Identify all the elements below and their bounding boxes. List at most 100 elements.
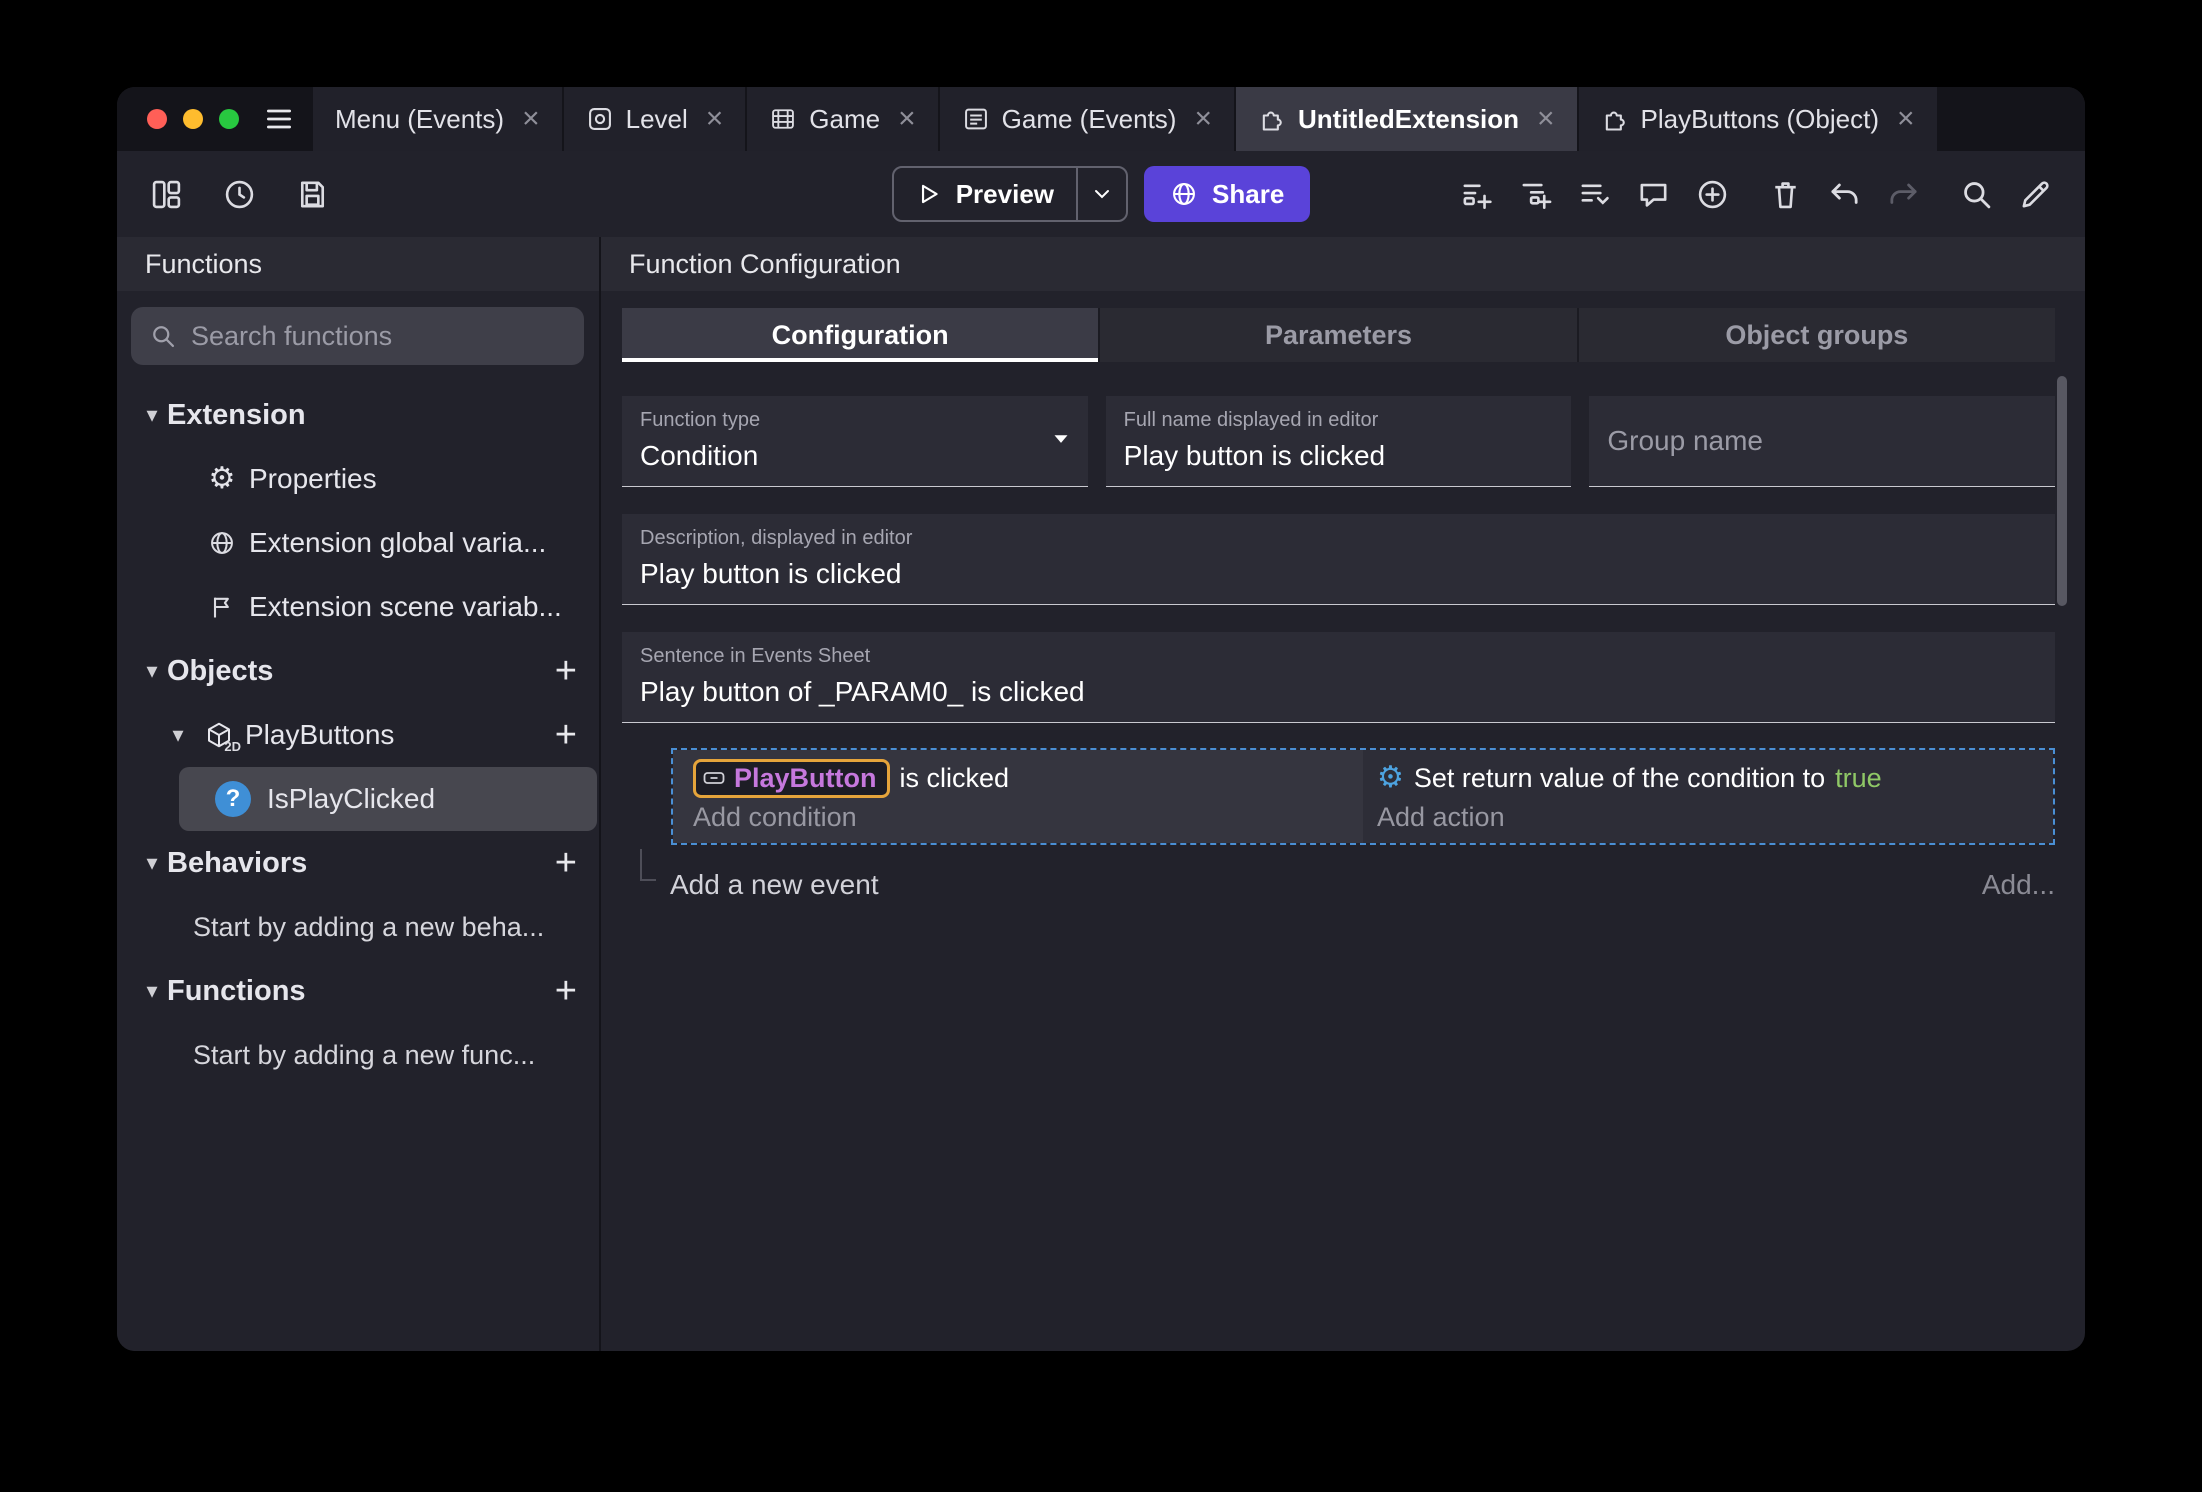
open-tabs: Menu (Events) × Level × Game × Game (Eve… bbox=[313, 87, 1939, 151]
delete-button[interactable] bbox=[1768, 177, 1803, 212]
add-event-button[interactable] bbox=[1459, 177, 1494, 212]
section-objects[interactable]: ▾ Objects + bbox=[117, 639, 599, 703]
sidebar-item-isplayclicked[interactable]: ? IsPlayClicked bbox=[179, 767, 597, 831]
behaviors-empty-hint: Start by adding a new beha... bbox=[193, 911, 545, 942]
caret-down-icon[interactable]: ▾ bbox=[137, 658, 167, 684]
search-events-button[interactable] bbox=[1959, 177, 1994, 212]
tab-configuration[interactable]: Configuration bbox=[622, 308, 1101, 362]
actions-cell[interactable]: ⚙ Set return value of the condition to t… bbox=[1363, 750, 2053, 843]
section-label: Functions bbox=[167, 974, 306, 1007]
function-type-select[interactable]: Function type Condition bbox=[622, 396, 1088, 487]
vertical-scrollbar[interactable] bbox=[2057, 376, 2067, 606]
selected-event[interactable]: PlayButton is clicked Add condition ⚙ Se… bbox=[671, 748, 2055, 845]
preview-options-button[interactable] bbox=[1076, 168, 1126, 220]
add-behavior-button[interactable]: + bbox=[555, 844, 577, 882]
add-new-event-button[interactable]: Add a new event bbox=[670, 869, 879, 901]
full-name-field[interactable]: Full name displayed in editor Play butto… bbox=[1105, 396, 1572, 487]
conditions-cell[interactable]: PlayButton is clicked Add condition bbox=[673, 750, 1363, 843]
section-behaviors[interactable]: ▾ Behaviors + bbox=[117, 831, 599, 895]
caret-down-icon[interactable]: ▾ bbox=[163, 722, 193, 748]
section-extension[interactable]: ▾ Extension bbox=[117, 383, 599, 447]
redo-button[interactable] bbox=[1886, 177, 1921, 212]
flag-icon bbox=[207, 593, 237, 621]
sidebar-title: Functions bbox=[117, 237, 599, 291]
hamburger-icon bbox=[267, 109, 291, 129]
tab-close-icon[interactable]: × bbox=[1194, 102, 1212, 136]
field-label: Function type bbox=[640, 409, 761, 431]
section-label: Behaviors bbox=[167, 846, 308, 879]
search-icon bbox=[153, 326, 175, 348]
tab-close-icon[interactable]: × bbox=[522, 102, 540, 136]
caret-down-icon[interactable]: ▾ bbox=[137, 850, 167, 876]
tab-close-icon[interactable]: × bbox=[1897, 102, 1915, 136]
events-sheet-icon bbox=[962, 105, 990, 133]
tab-close-icon[interactable]: × bbox=[706, 102, 724, 136]
choose-add-event-button[interactable] bbox=[1695, 177, 1730, 212]
action-line[interactable]: ⚙ Set return value of the condition to t… bbox=[1377, 756, 2043, 800]
add-function-button[interactable]: + bbox=[555, 972, 577, 1010]
save-icon bbox=[300, 181, 325, 207]
preview-button[interactable]: Preview bbox=[894, 168, 1076, 220]
group-name-field[interactable] bbox=[1589, 396, 2056, 487]
tab-label: UntitledExtension bbox=[1298, 103, 1520, 134]
sentence-field[interactable]: Sentence in Events Sheet Play button of … bbox=[622, 632, 2055, 723]
add-more-button[interactable]: Add... bbox=[1982, 869, 2055, 901]
tab-game[interactable]: Game × bbox=[747, 87, 940, 151]
history-button[interactable] bbox=[222, 177, 257, 212]
sidebar-item-global-variables[interactable]: Extension global varia... bbox=[117, 511, 599, 575]
condition-line[interactable]: PlayButton is clicked bbox=[693, 756, 1353, 800]
description-field[interactable]: Description, displayed in editor Play bu… bbox=[622, 514, 2055, 605]
object-token-playbutton[interactable]: PlayButton bbox=[693, 758, 890, 798]
tab-parameters[interactable]: Parameters bbox=[1100, 308, 1579, 362]
add-object-button[interactable]: + bbox=[555, 652, 577, 690]
undo-button[interactable] bbox=[1827, 177, 1862, 212]
zoom-window-button[interactable] bbox=[219, 109, 239, 129]
add-object-function-button[interactable]: + bbox=[555, 716, 577, 754]
tab-menu-events[interactable]: Menu (Events) × bbox=[313, 87, 564, 151]
group-name-input[interactable] bbox=[1607, 425, 2038, 457]
add-comment-button[interactable] bbox=[1636, 177, 1671, 212]
caret-down-icon[interactable]: ▾ bbox=[137, 978, 167, 1004]
sidebar-item-scene-variables[interactable]: Extension scene variab... bbox=[117, 575, 599, 639]
field-value: Condition bbox=[640, 440, 759, 471]
tab-bar: Menu (Events) × Level × Game × Game (Eve… bbox=[117, 87, 2085, 151]
scene-icon bbox=[586, 105, 614, 133]
tab-level[interactable]: Level × bbox=[563, 87, 748, 151]
tab-game-events[interactable]: Game (Events) × bbox=[939, 87, 1236, 151]
window-controls bbox=[117, 87, 261, 151]
minimize-window-button[interactable] bbox=[183, 109, 203, 129]
condition-function-icon: ? bbox=[215, 781, 251, 817]
main-menu-button[interactable] bbox=[261, 87, 313, 151]
blue-gear-icon: ⚙ bbox=[1377, 761, 1404, 794]
edit-extension-button[interactable] bbox=[2018, 177, 2053, 212]
functions-empty-hint: Start by adding a new func... bbox=[193, 1039, 536, 1070]
chevron-down-icon bbox=[1095, 190, 1110, 199]
main-panel-title: Function Configuration bbox=[601, 237, 2085, 291]
add-action-button[interactable]: Add action bbox=[1377, 802, 2043, 833]
add-condition-button[interactable]: Add condition bbox=[693, 802, 1353, 833]
tab-playbuttons-object[interactable]: PlayButtons (Object) × bbox=[1578, 87, 1939, 151]
tab-close-icon[interactable]: × bbox=[1537, 102, 1555, 136]
section-functions[interactable]: ▾ Functions + bbox=[117, 959, 599, 1023]
tab-close-icon[interactable]: × bbox=[898, 102, 916, 136]
add-other-event-button[interactable] bbox=[1577, 177, 1612, 212]
toolbar-right-group bbox=[1310, 177, 2053, 212]
config-fields-row: Function type Condition Full name displa… bbox=[622, 396, 2056, 487]
sidebar-item-properties[interactable]: ⚙ Properties bbox=[117, 447, 599, 511]
search-functions-input[interactable] bbox=[191, 320, 566, 352]
tab-object-groups[interactable]: Object groups bbox=[1578, 308, 2055, 362]
caret-down-icon[interactable]: ▾ bbox=[137, 402, 167, 428]
events-sheet: PlayButton is clicked Add condition ⚙ Se… bbox=[622, 748, 2055, 901]
save-button[interactable] bbox=[295, 177, 330, 212]
share-label: Share bbox=[1212, 178, 1285, 209]
sidebar-item-playbuttons[interactable]: ▾ 2D PlayButtons + bbox=[117, 703, 599, 767]
pen-icon bbox=[2022, 180, 2049, 207]
share-button[interactable]: Share bbox=[1144, 166, 1311, 222]
cube-2d-label: 2D bbox=[224, 739, 241, 754]
content-area: Functions ▾ Extension ⚙ Properties bbox=[117, 237, 2085, 1351]
add-subevent-button[interactable] bbox=[1518, 177, 1553, 212]
tab-untitled-extension[interactable]: UntitledExtension × bbox=[1236, 87, 1579, 151]
search-box[interactable] bbox=[131, 307, 584, 365]
open-project-manager-button[interactable] bbox=[149, 177, 184, 212]
close-window-button[interactable] bbox=[147, 109, 167, 129]
